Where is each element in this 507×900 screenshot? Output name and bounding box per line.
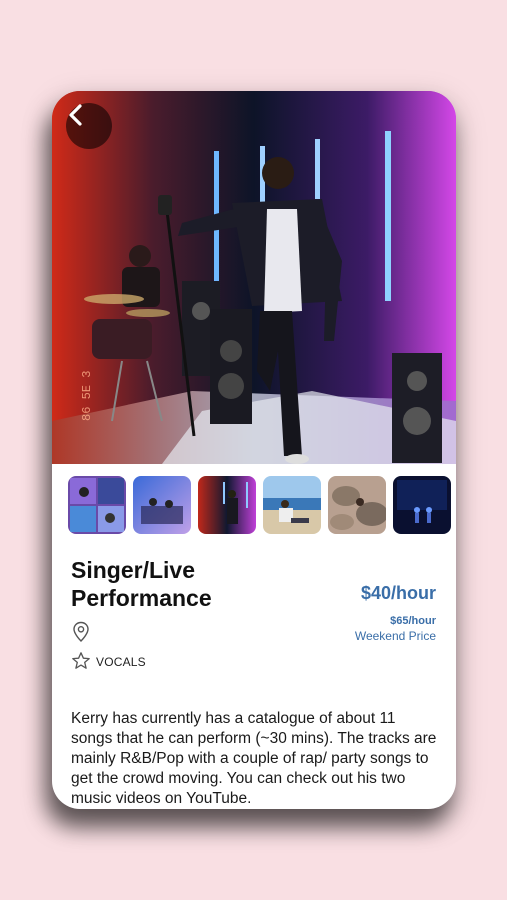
listing-title: Singer/Live Performance	[71, 557, 212, 611]
listing-card: 86 5E 3 Singer/Live Performance $40/hour…	[52, 91, 456, 809]
hourly-price: $40/hour	[360, 583, 436, 603]
weekend-price-label: Weekend Price	[354, 629, 436, 643]
thumbnail-rocky-outdoor[interactable]	[328, 476, 386, 534]
thumbnail-performer-neon[interactable]	[198, 476, 256, 534]
gallery-thumbnails	[68, 476, 456, 534]
svg-text:86 5E 3: 86 5E 3	[80, 371, 94, 421]
back-button[interactable]	[66, 103, 112, 149]
thumbnail-blue-stage[interactable]	[393, 476, 451, 534]
tag-label: VOCALS	[96, 655, 146, 669]
thumbnail-band-stage[interactable]	[133, 476, 191, 534]
thumbnail-stage-collage[interactable]	[68, 476, 126, 534]
listing-description: Kerry has currently has a catalogue of a…	[71, 710, 437, 807]
location-pin-icon[interactable]	[72, 621, 90, 643]
hero-photo: 86 5E 3	[52, 91, 456, 464]
thumbnail-beach-sitting[interactable]	[263, 476, 321, 534]
hero-image[interactable]: 86 5E 3	[52, 91, 456, 464]
weekend-price: $65/hour	[390, 615, 436, 627]
star-icon	[72, 652, 90, 669]
chevron-left-icon	[69, 104, 82, 126]
